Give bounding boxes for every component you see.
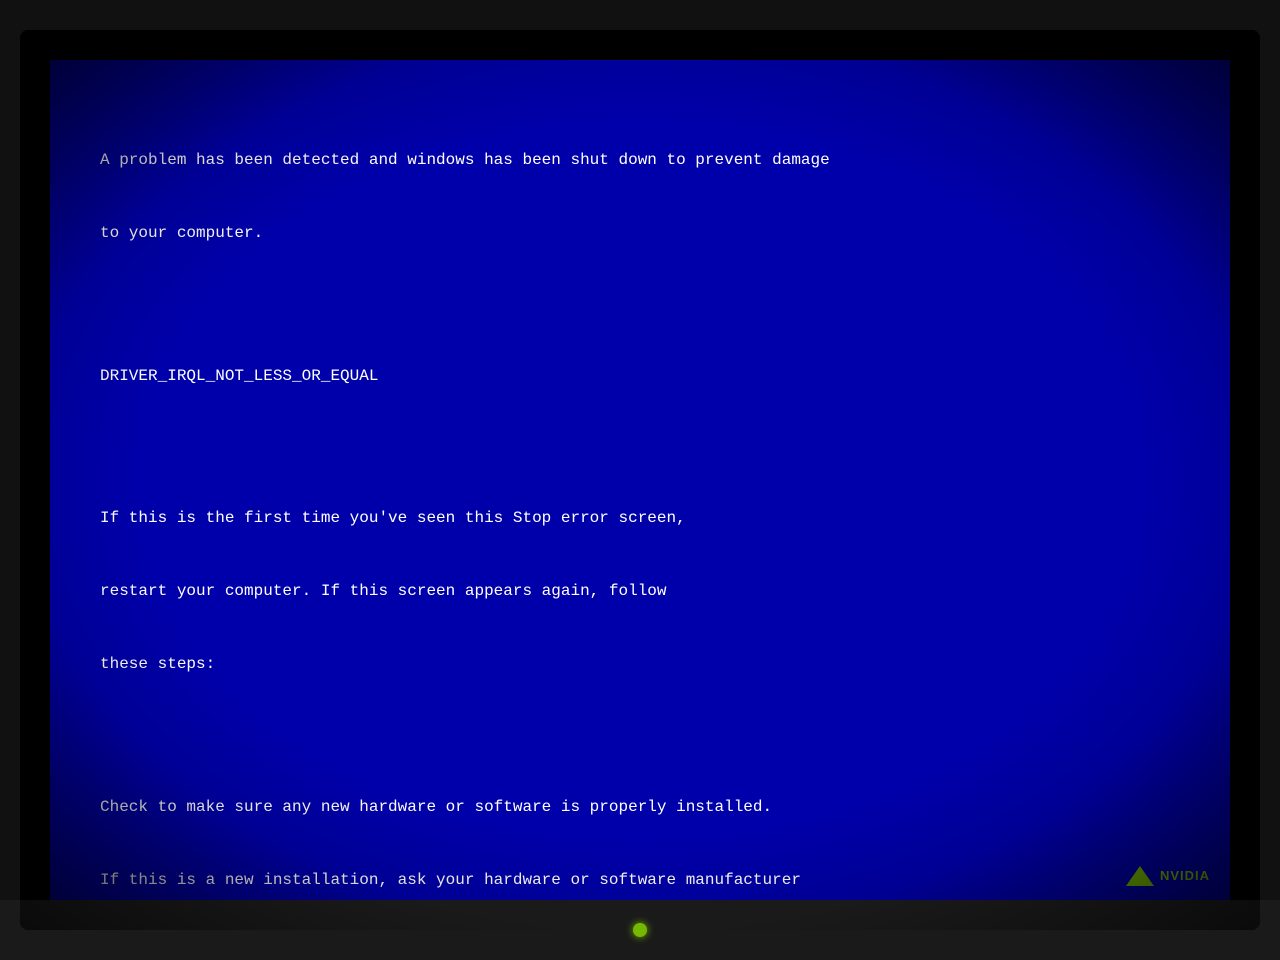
- bsod-screen: A problem has been detected and windows …: [50, 60, 1230, 900]
- bsod-line-3: DRIVER_IRQL_NOT_LESS_OR_EQUAL: [100, 364, 1180, 389]
- bsod-content: A problem has been detected and windows …: [100, 100, 1180, 900]
- nvidia-text: NVIDIA: [1160, 866, 1210, 886]
- bsod-line-2: to your computer.: [100, 221, 1180, 246]
- bsod-line-1: A problem has been detected and windows …: [100, 148, 1180, 173]
- monitor-bezel: A problem has been detected and windows …: [20, 30, 1260, 930]
- bsod-line-7: Check to make sure any new hardware or s…: [100, 795, 1180, 820]
- bsod-line-5: restart your computer. If this screen ap…: [100, 579, 1180, 604]
- power-indicator: [633, 923, 647, 937]
- bottom-bar: [0, 900, 1280, 960]
- bsod-line-8: If this is a new installation, ask your …: [100, 868, 1180, 893]
- nvidia-icon: [1126, 866, 1154, 886]
- nvidia-logo: NVIDIA: [1126, 866, 1210, 886]
- bsod-line-6: these steps:: [100, 652, 1180, 677]
- bsod-line-4: If this is the first time you've seen th…: [100, 506, 1180, 531]
